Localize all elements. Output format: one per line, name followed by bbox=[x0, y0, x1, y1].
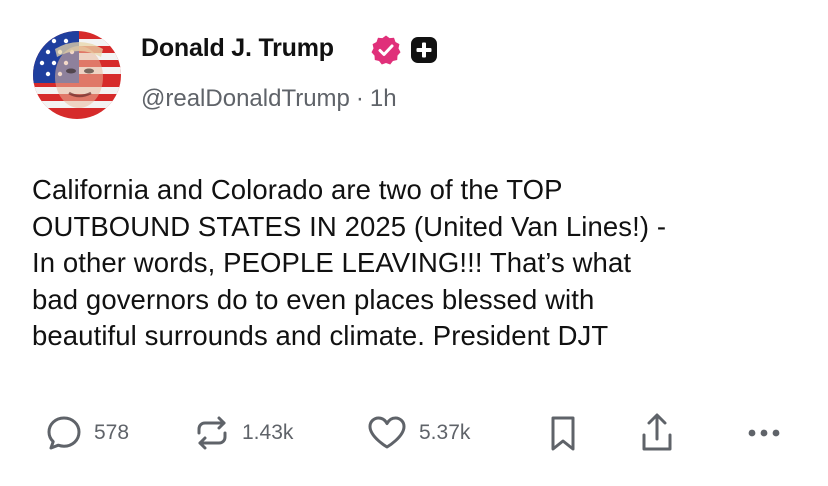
repost-button[interactable]: 1.43k bbox=[192, 408, 293, 458]
speech-bubble-icon bbox=[44, 413, 84, 453]
heart-icon bbox=[365, 413, 409, 453]
repost-arrows-icon bbox=[192, 413, 232, 453]
post-text-line: OUTBOUND STATES IN 2025 (United Van Line… bbox=[32, 210, 667, 242]
author-handle[interactable]: @realDonaldTrump bbox=[141, 85, 350, 112]
post-text-line: beautiful surrounds and climate. Preside… bbox=[32, 320, 609, 351]
bookmark-button[interactable] bbox=[543, 408, 583, 458]
author-handle-line: @realDonaldTrump · 1h bbox=[141, 85, 397, 113]
post-card: Donald J. Trump @realDonaldTrump · 1h Cali… bbox=[0, 0, 828, 486]
author-name[interactable]: Donald J. Trump bbox=[141, 34, 334, 63]
post-text-line: In other words, PEOPLE LEAVING!!! That’s… bbox=[32, 247, 632, 278]
repost-count: 1.43k bbox=[242, 421, 294, 444]
post-time[interactable]: 1h bbox=[370, 85, 397, 112]
handle-separator: · bbox=[355, 85, 364, 112]
reply-button[interactable]: 578 bbox=[44, 408, 129, 458]
ellipsis-icon bbox=[744, 423, 784, 443]
bookmark-icon bbox=[543, 413, 583, 453]
action-bar: 578 1.43k 5.37k bbox=[0, 408, 828, 458]
like-button[interactable]: 5.37k bbox=[365, 408, 470, 458]
share-button[interactable] bbox=[637, 408, 677, 458]
share-upload-icon bbox=[637, 411, 677, 455]
like-count: 5.37k bbox=[419, 421, 471, 444]
avatar-image bbox=[33, 31, 121, 119]
post-text-line: bad governors do to even places blessed … bbox=[32, 283, 595, 315]
post-text: California and Colorado are two of the T… bbox=[32, 172, 802, 355]
post-text-line: California and Colorado are two of the T… bbox=[32, 174, 563, 205]
verified-badge-icon bbox=[371, 35, 401, 65]
reply-count: 578 bbox=[94, 421, 130, 444]
plus-badge-icon bbox=[411, 37, 437, 63]
avatar[interactable] bbox=[33, 31, 121, 119]
more-options-button[interactable] bbox=[744, 408, 784, 458]
